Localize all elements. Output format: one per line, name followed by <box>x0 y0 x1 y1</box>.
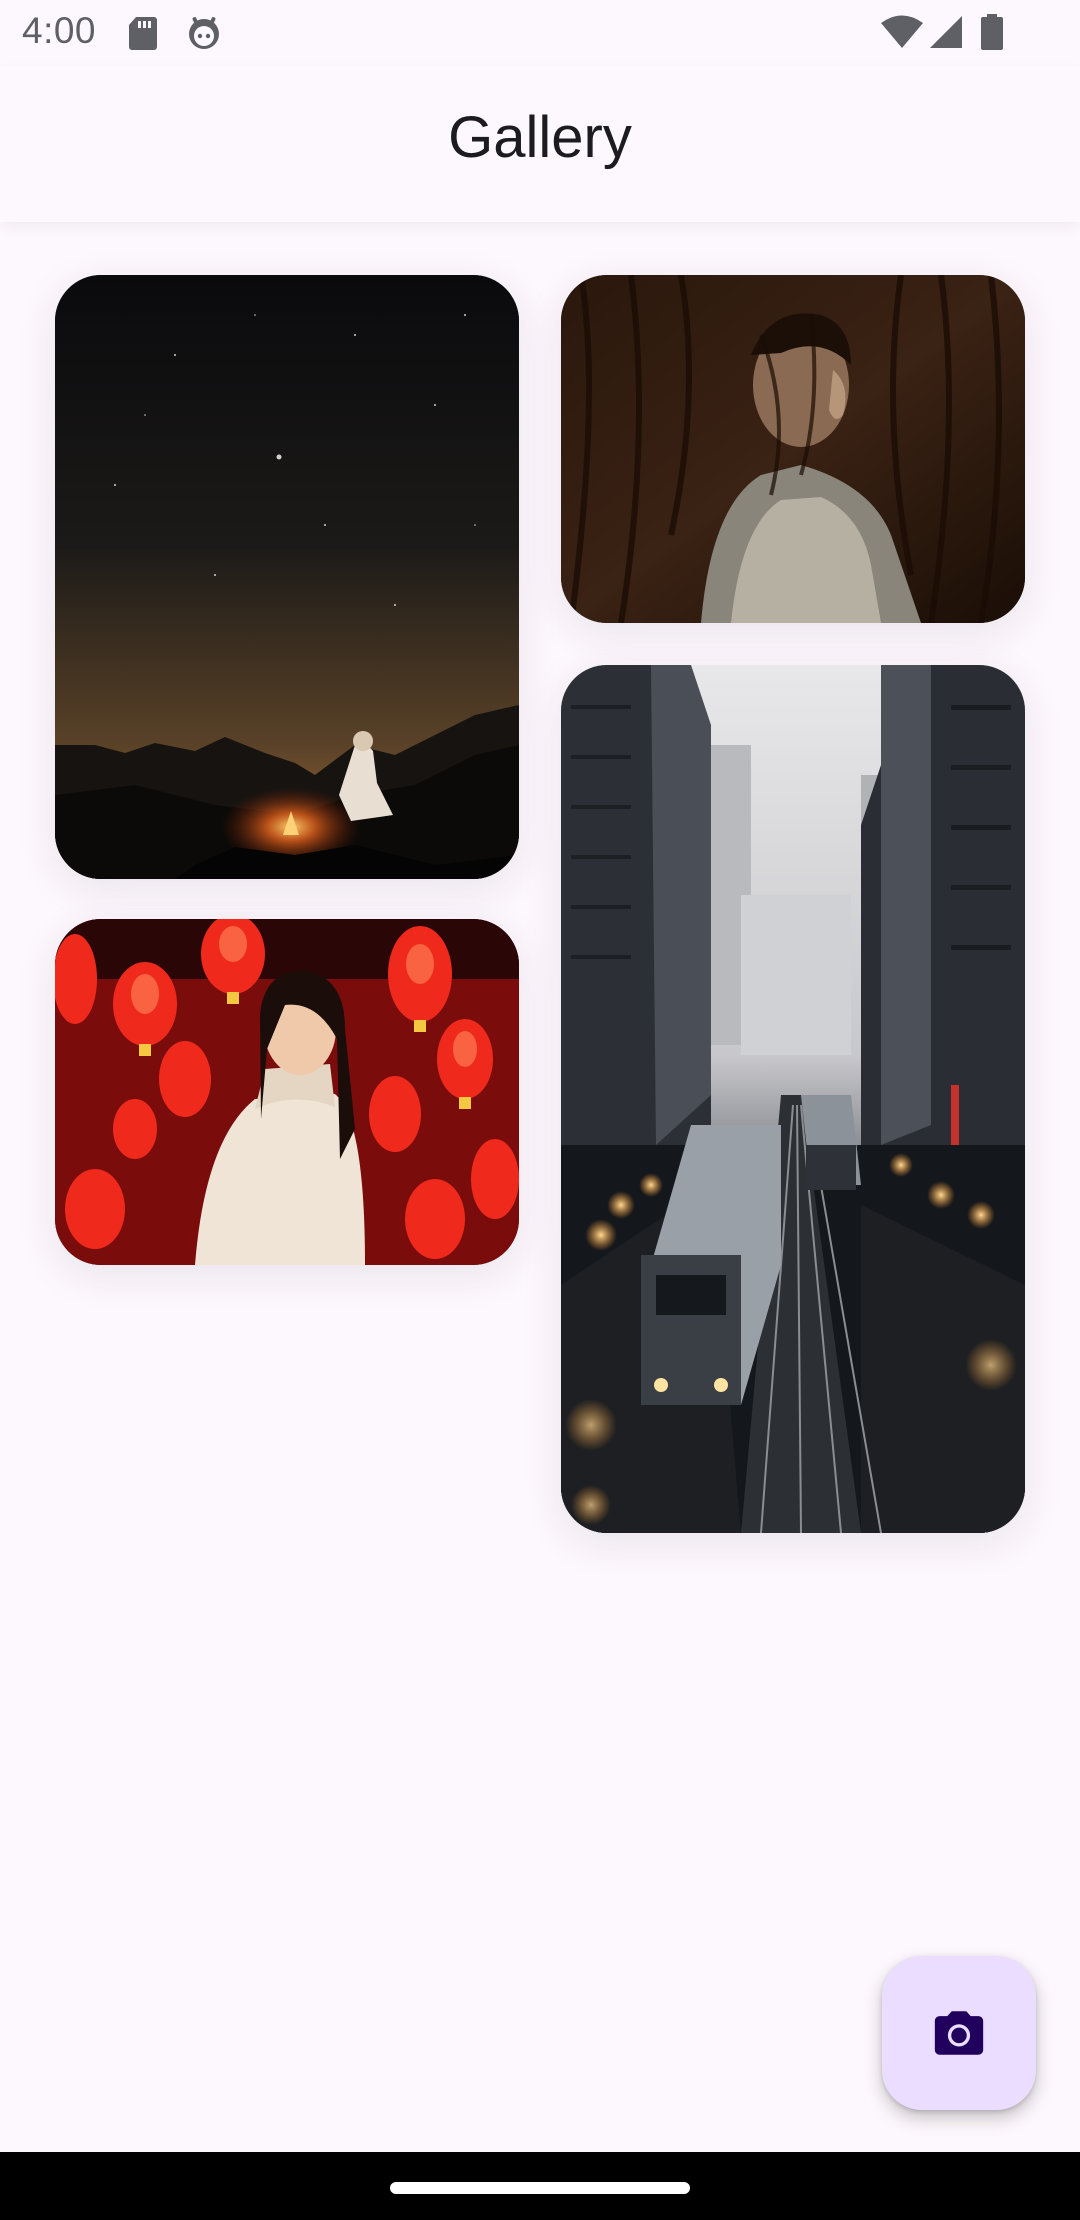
camera-icon <box>934 2011 984 2055</box>
camera-fab[interactable] <box>882 1956 1036 2110</box>
photo-city-train[interactable] <box>561 665 1025 1533</box>
portrait-image <box>561 275 1025 623</box>
wifi-icon <box>881 15 923 48</box>
photo-portrait-shadows[interactable] <box>561 275 1025 623</box>
city-train-image <box>561 665 1025 1533</box>
system-navigation-bar <box>0 2152 1080 2220</box>
cell-signal-icon <box>930 16 962 48</box>
gallery-screen: 4:00 Gallery <box>0 0 1080 2220</box>
photo-night-sky-campfire[interactable] <box>55 275 519 879</box>
night-sky-image <box>55 275 519 879</box>
photo-grid <box>0 222 1080 2152</box>
photo-red-lanterns[interactable] <box>55 919 519 1265</box>
status-bar: 4:00 <box>0 0 1080 66</box>
battery-icon <box>981 14 1003 50</box>
page-title: Gallery <box>448 105 632 170</box>
home-gesture-handle[interactable] <box>390 2182 690 2194</box>
sd-card-icon <box>129 17 157 50</box>
android-debug-icon <box>189 17 219 49</box>
lanterns-image <box>55 919 519 1265</box>
top-app-bar: Gallery <box>0 66 1080 222</box>
status-time: 4:00 <box>22 10 97 51</box>
